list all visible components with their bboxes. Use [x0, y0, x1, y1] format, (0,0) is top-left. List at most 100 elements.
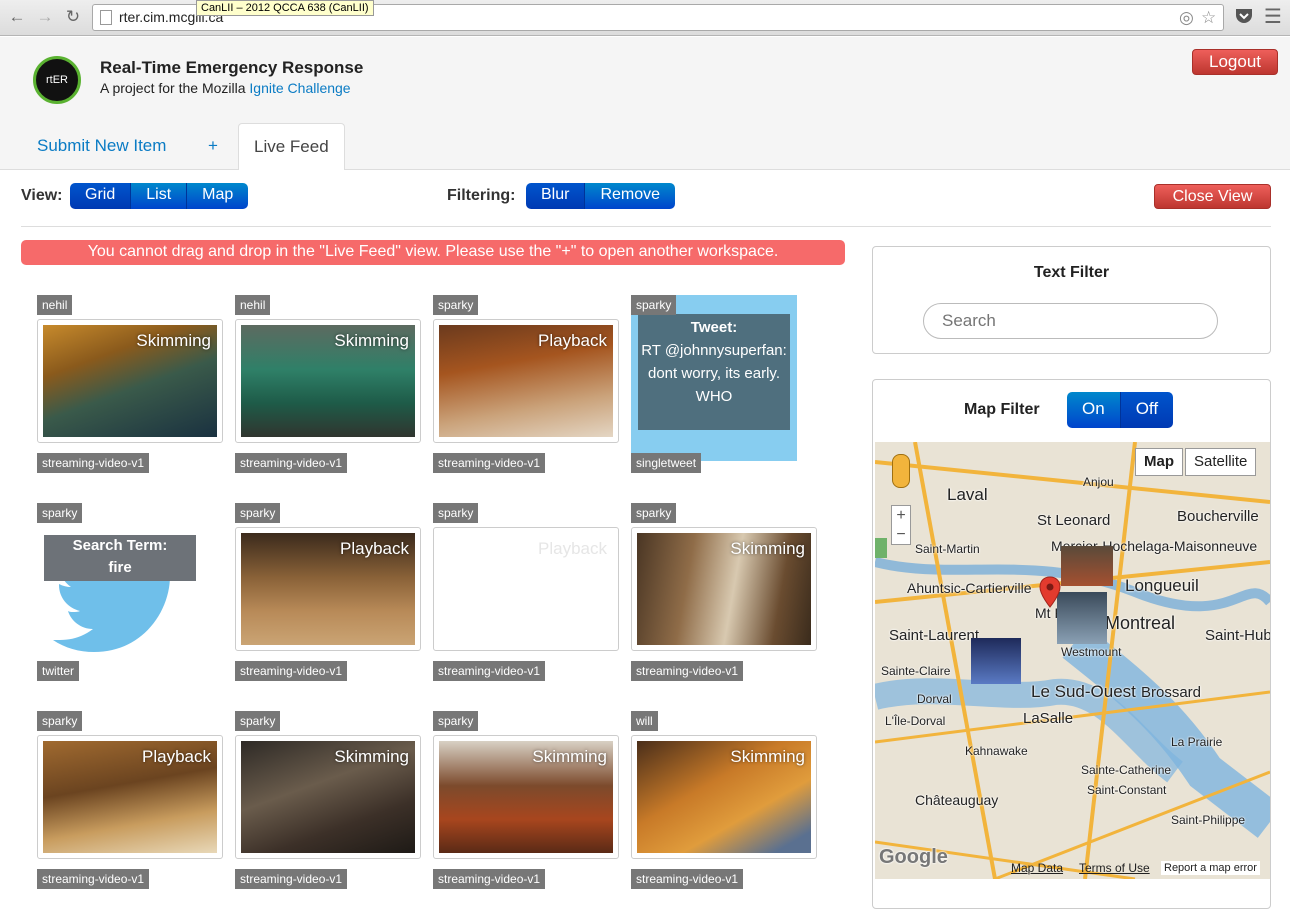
video-frame[interactable]: Skimming: [235, 319, 421, 443]
back-icon[interactable]: ←: [6, 6, 28, 28]
map-place-label: Châteauguay: [915, 792, 999, 808]
view-grid-button[interactable]: Grid: [70, 183, 132, 209]
video-frame[interactable]: Skimming: [631, 527, 817, 651]
terms-of-use-link[interactable]: Terms of Use: [1079, 861, 1150, 875]
user-tag: sparky: [37, 503, 83, 523]
tweet-card[interactable]: Tweet: RT @johnnysuperfan: dont worry, i…: [631, 295, 797, 461]
user-tag: sparky: [433, 295, 479, 315]
video-thumbnail[interactable]: Skimming: [637, 533, 811, 645]
ignite-link[interactable]: Ignite Challenge: [249, 80, 350, 96]
feed-item[interactable]: nehil Skimming streaming-video-v1: [37, 295, 227, 485]
video-thumbnail[interactable]: Playback: [43, 741, 217, 853]
map-canvas[interactable]: Map Satellite + − Laval Anjou St Leonard …: [875, 442, 1270, 879]
map-place-label: Saint-Laurent: [889, 627, 980, 644]
user-tag: will: [631, 711, 658, 731]
search-input[interactable]: [923, 303, 1218, 339]
video-frame[interactable]: Playback: [433, 319, 619, 443]
feed-item[interactable]: Tweet: RT @johnnysuperfan: dont worry, i…: [631, 295, 821, 485]
user-tag: sparky: [37, 711, 83, 731]
video-frame[interactable]: Skimming: [433, 735, 619, 859]
video-mode-label: Playback: [538, 331, 607, 350]
map-video-thumbnail[interactable]: [1061, 546, 1113, 586]
video-thumbnail[interactable]: Skimming: [241, 325, 415, 437]
map-place-label: Longueuil: [1125, 576, 1199, 595]
map-video-thumbnail[interactable]: [971, 638, 1021, 684]
video-mode-label: Skimming: [136, 331, 211, 350]
map-type-satellite-button[interactable]: Satellite: [1185, 448, 1257, 476]
view-label: View:: [21, 187, 63, 204]
video-mode-label: Skimming: [334, 331, 409, 350]
type-tag: streaming-video-v1: [37, 869, 150, 889]
map-marker-icon[interactable]: [1039, 576, 1061, 608]
map-filter-toggle: On Off: [1067, 392, 1174, 428]
google-logo: Google: [879, 846, 948, 868]
zoom-control[interactable]: + −: [891, 505, 911, 545]
site-title: Real-Time Emergency Response: [100, 58, 364, 77]
feed-item[interactable]: sparky Skimming streaming-video-v1: [235, 711, 425, 901]
filter-remove-button[interactable]: Remove: [585, 183, 676, 209]
feed-item[interactable]: sparky Skimming streaming-video-v1: [433, 711, 623, 901]
video-frame[interactable]: Playback: [433, 527, 619, 651]
feed-item[interactable]: sparky Playback streaming-video-v1: [37, 711, 227, 901]
video-frame[interactable]: Skimming: [37, 319, 223, 443]
video-frame[interactable]: Playback: [37, 735, 223, 859]
tweet-body: RT @johnnysuperfan: dont worry, its earl…: [641, 342, 787, 405]
workspace-tabs: Submit New Item + Live Feed: [0, 123, 1290, 170]
video-thumbnail[interactable]: Playback: [439, 533, 613, 645]
feed-item[interactable]: sparky Skimming streaming-video-v1: [631, 503, 821, 693]
map-filter-on-button[interactable]: On: [1067, 392, 1121, 428]
tab-live-feed[interactable]: Live Feed: [238, 123, 345, 170]
feed-item[interactable]: will Skimming streaming-video-v1: [631, 711, 821, 901]
type-tag: streaming-video-v1: [235, 453, 348, 473]
feed-item[interactable]: sparky Playback streaming-video-v1: [433, 295, 623, 485]
star-icon[interactable]: ☆: [1201, 8, 1216, 28]
feed-item[interactable]: sparky Search Term: fire twitter: [37, 503, 227, 693]
close-view-button[interactable]: Close View: [1154, 184, 1271, 209]
map-place-label: Montreal: [1105, 613, 1176, 633]
search-term-value: fire: [108, 559, 132, 576]
video-mode-label: Skimming: [334, 747, 409, 766]
type-tag: streaming-video-v1: [433, 661, 546, 681]
map-place-label: Le Sud-Ouest: [1031, 682, 1136, 701]
pegman-icon[interactable]: [892, 454, 910, 488]
tooltip: CanLII – 2012 QCCA 638 (CanLII): [196, 0, 374, 16]
user-tag: sparky: [631, 503, 677, 523]
tab-add-workspace[interactable]: +: [208, 123, 218, 170]
video-frame[interactable]: Playback: [235, 527, 421, 651]
location-icon[interactable]: ◎: [1179, 8, 1194, 28]
video-thumbnail[interactable]: Playback: [241, 533, 415, 645]
view-list-button[interactable]: List: [131, 183, 188, 209]
type-tag: streaming-video-v1: [631, 869, 744, 889]
filtering-toggle: Blur Remove: [526, 183, 676, 209]
map-video-thumbnail[interactable]: [1057, 592, 1107, 644]
reload-icon[interactable]: ↻: [62, 6, 84, 28]
view-map-button[interactable]: Map: [187, 183, 249, 209]
video-thumbnail[interactable]: Skimming: [637, 741, 811, 853]
report-map-error-link[interactable]: Report a map error: [1161, 861, 1260, 875]
menu-icon[interactable]: ☰: [1262, 6, 1284, 28]
feed-item[interactable]: sparky Playback streaming-video-v1: [433, 503, 623, 693]
feed-item[interactable]: sparky Playback streaming-video-v1: [235, 503, 425, 693]
video-thumbnail[interactable]: Playback: [439, 325, 613, 437]
type-tag: streaming-video-v1: [37, 453, 150, 473]
feed-item[interactable]: nehil Skimming streaming-video-v1: [235, 295, 425, 485]
map-filter-off-button[interactable]: Off: [1120, 392, 1174, 428]
tab-submit-new-item[interactable]: Submit New Item: [37, 123, 166, 170]
logout-button[interactable]: Logout: [1192, 49, 1278, 75]
video-thumbnail[interactable]: Skimming: [241, 741, 415, 853]
map-type-map-button[interactable]: Map: [1135, 448, 1183, 476]
video-frame[interactable]: Skimming: [631, 735, 817, 859]
logo: rtER: [33, 56, 81, 104]
subtitle-text: A project for the Mozilla: [100, 80, 250, 96]
video-frame[interactable]: Skimming: [235, 735, 421, 859]
type-tag: singletweet: [631, 453, 702, 473]
video-mode-label: Skimming: [532, 747, 607, 766]
video-thumbnail[interactable]: Skimming: [439, 741, 613, 853]
map-data-link[interactable]: Map Data: [1011, 861, 1063, 875]
forward-icon[interactable]: →: [34, 6, 56, 28]
video-mode-label: Playback: [142, 747, 211, 766]
filter-blur-button[interactable]: Blur: [526, 183, 586, 209]
video-thumbnail[interactable]: Skimming: [43, 325, 217, 437]
tweet-content: Tweet: RT @johnnysuperfan: dont worry, i…: [638, 314, 790, 430]
pocket-icon[interactable]: [1234, 7, 1254, 25]
